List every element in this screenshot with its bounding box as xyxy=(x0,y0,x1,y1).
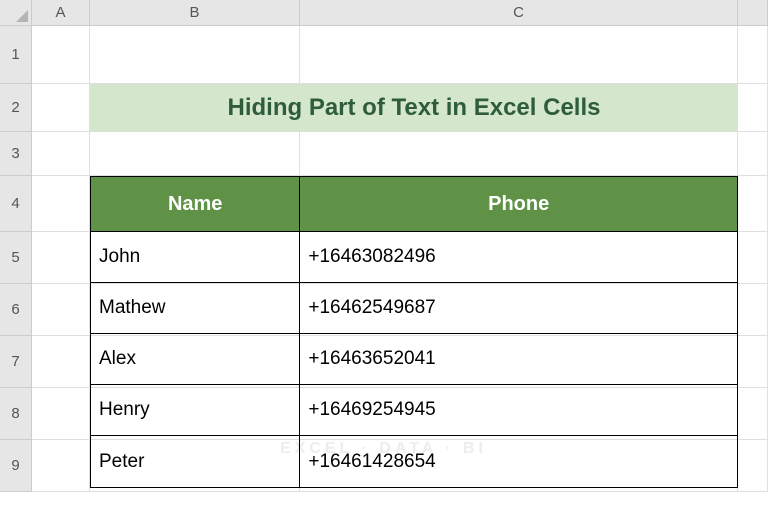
row-header-4[interactable]: 4 xyxy=(0,176,32,232)
cell-D2[interactable] xyxy=(738,84,768,132)
cell-D4[interactable] xyxy=(738,176,768,232)
cell-name[interactable]: John xyxy=(91,232,300,283)
cell-A3[interactable] xyxy=(32,132,90,176)
cell-name[interactable]: Mathew xyxy=(91,283,300,334)
col-header-D[interactable] xyxy=(738,0,768,26)
cell-phone[interactable]: +16463082496 xyxy=(300,232,737,283)
row-header-9[interactable]: 9 xyxy=(0,440,32,492)
col-header-C[interactable]: C xyxy=(300,0,738,26)
row-header-5[interactable]: 5 xyxy=(0,232,32,284)
row-header-2[interactable]: 2 xyxy=(0,84,32,132)
row-header-6[interactable]: 6 xyxy=(0,284,32,336)
cell-A5[interactable] xyxy=(32,232,90,284)
cell-phone[interactable]: +16463652041 xyxy=(300,334,737,385)
cell-A4[interactable] xyxy=(32,176,90,232)
header-name[interactable]: Name xyxy=(91,177,300,232)
cell-phone[interactable]: +16462549687 xyxy=(300,283,737,334)
col-header-B[interactable]: B xyxy=(90,0,300,26)
cell-D1[interactable] xyxy=(738,26,768,84)
cell-phone[interactable]: +16461428654 xyxy=(300,436,737,487)
row-header-7[interactable]: 7 xyxy=(0,336,32,388)
cell-D9[interactable] xyxy=(738,440,768,492)
cell-name[interactable]: Henry xyxy=(91,385,300,436)
cell-D8[interactable] xyxy=(738,388,768,440)
cell-D3[interactable] xyxy=(738,132,768,176)
table-row: Mathew +16462549687 xyxy=(91,283,737,334)
cell-D7[interactable] xyxy=(738,336,768,388)
row-header-1[interactable]: 1 xyxy=(0,26,32,84)
table-row: Henry +16469254945 xyxy=(91,385,737,436)
cell-C3[interactable] xyxy=(300,132,738,176)
cell-B1[interactable] xyxy=(90,26,300,84)
cell-phone[interactable]: +16469254945 xyxy=(300,385,737,436)
row-headers: 1 2 3 4 5 6 7 8 9 xyxy=(0,26,32,492)
page-title: Hiding Part of Text in Excel Cells xyxy=(90,84,738,132)
spreadsheet-grid: A B C 1 2 3 4 5 6 7 8 9 Hiding Part of T… xyxy=(0,0,768,528)
data-table: Name Phone John +16463082496 Mathew +164… xyxy=(90,176,738,488)
cell-A7[interactable] xyxy=(32,336,90,388)
row-header-3[interactable]: 3 xyxy=(0,132,32,176)
table-row: John +16463082496 xyxy=(91,232,737,283)
row-header-8[interactable]: 8 xyxy=(0,388,32,440)
cell-A8[interactable] xyxy=(32,388,90,440)
cell-A1[interactable] xyxy=(32,26,90,84)
table-row: Alex +16463652041 xyxy=(91,334,737,385)
col-header-A[interactable]: A xyxy=(32,0,90,26)
cell-name[interactable]: Alex xyxy=(91,334,300,385)
cell-B3[interactable] xyxy=(90,132,300,176)
cell-A2[interactable] xyxy=(32,84,90,132)
header-phone[interactable]: Phone xyxy=(300,177,737,232)
column-headers: A B C xyxy=(32,0,768,26)
cell-A6[interactable] xyxy=(32,284,90,336)
cell-C1[interactable] xyxy=(300,26,738,84)
cell-A9[interactable] xyxy=(32,440,90,492)
cell-D5[interactable] xyxy=(738,232,768,284)
table-row: Peter +16461428654 xyxy=(91,436,737,487)
table-header-row: Name Phone xyxy=(91,177,737,232)
select-all-corner[interactable] xyxy=(0,0,32,26)
cell-name[interactable]: Peter xyxy=(91,436,300,487)
cell-D6[interactable] xyxy=(738,284,768,336)
